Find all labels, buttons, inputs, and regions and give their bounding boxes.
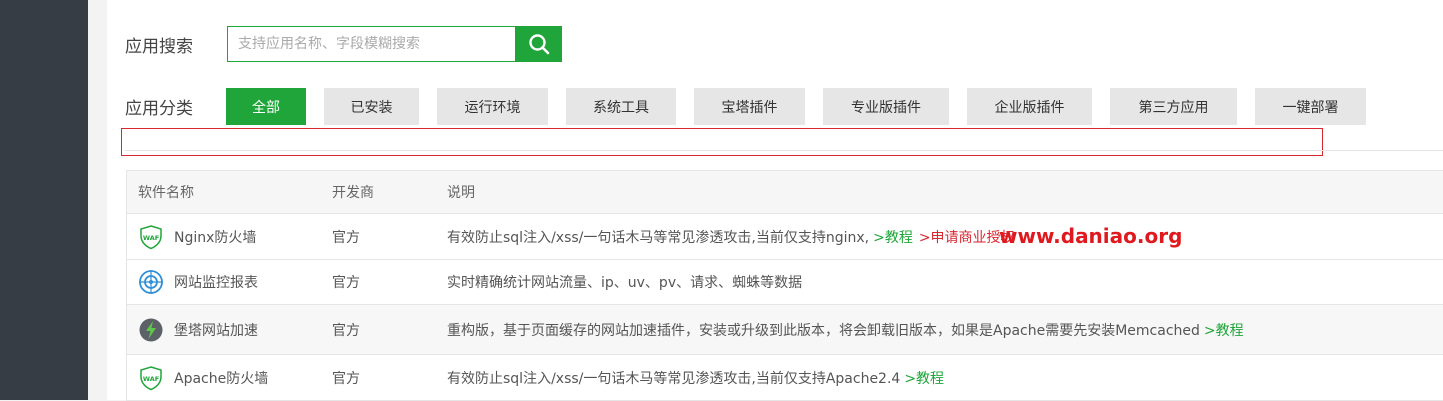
software-name[interactable]: 堡塔网站加速 xyxy=(174,320,258,340)
software-name[interactable]: 网站监控报表 xyxy=(174,272,258,292)
developer: 官方 xyxy=(332,370,360,387)
software-table: 软件名称 开发商 说明 WAF Nginx防火墙 官方 有效防止sql注入/xs… xyxy=(126,170,1443,401)
table-row[interactable]: WAF Apache防火墙 官方 有效防止sql注入/xss/一句话木马等常见渗… xyxy=(127,355,1443,401)
developer: 官方 xyxy=(332,275,360,291)
waf-shield-icon: WAF xyxy=(138,365,164,391)
waf-shield-icon: WAF xyxy=(138,224,164,250)
search-row: 应用搜索 xyxy=(125,25,562,63)
search-button[interactable] xyxy=(515,26,562,62)
category-all[interactable]: 全部 xyxy=(226,88,306,125)
software-name[interactable]: Apache防火墙 xyxy=(174,368,268,388)
software-name[interactable]: Nginx防火墙 xyxy=(174,227,256,247)
category-runtime[interactable]: 运行环境 xyxy=(437,88,548,125)
search-input[interactable] xyxy=(227,26,515,62)
table-row[interactable]: 网站监控报表 官方 实时精确统计网站流量、ip、uv、pv、请求、蜘蛛等数据 xyxy=(127,260,1443,305)
category-enterprise-plugins[interactable]: 企业版插件 xyxy=(967,88,1092,125)
sidebar xyxy=(0,0,88,400)
tutorial-link[interactable]: >教程 xyxy=(904,371,944,387)
highlight-box xyxy=(121,128,1323,156)
category-installed[interactable]: 已安装 xyxy=(324,88,419,125)
description: 有效防止sql注入/xss/一句话木马等常见渗透攻击,当前仅支持Apache2.… xyxy=(447,370,901,387)
category-row: 应用分类 全部 已安装 运行环境 系统工具 宝塔插件 专业版插件 企业版插件 第… xyxy=(125,88,1384,125)
search-label: 应用搜索 xyxy=(125,36,193,57)
category-system-tools[interactable]: 系统工具 xyxy=(566,88,676,125)
svg-text:WAF: WAF xyxy=(143,375,159,383)
col-header-name: 软件名称 xyxy=(138,185,194,201)
category-label: 应用分类 xyxy=(125,99,193,119)
table-header: 软件名称 开发商 说明 xyxy=(127,171,1443,214)
watermark-text: www.daniao.org xyxy=(999,224,1183,248)
category-bt-plugins[interactable]: 宝塔插件 xyxy=(694,88,805,125)
table-row[interactable]: WAF Nginx防火墙 官方 有效防止sql注入/xss/一句话木马等常见渗透… xyxy=(127,214,1443,260)
category-pro-plugins[interactable]: 专业版插件 xyxy=(823,88,949,125)
category-third-party[interactable]: 第三方应用 xyxy=(1110,88,1237,125)
description: 实时精确统计网站流量、ip、uv、pv、请求、蜘蛛等数据 xyxy=(447,275,803,291)
developer: 官方 xyxy=(332,322,360,339)
search-icon xyxy=(528,34,549,55)
tutorial-link[interactable]: >教程 xyxy=(873,230,913,246)
description: 重构版，基于页面缓存的网站加速插件，安装或升级到此版本，将会卸载旧版本，如果是A… xyxy=(447,322,1200,339)
lightning-icon xyxy=(138,317,164,343)
main-panel: 应用搜索 应用分类 全部 已安装 运行环境 系统工具 宝塔插件 专业版插件 企业… xyxy=(107,0,1443,401)
tutorial-link[interactable]: >教程 xyxy=(1204,323,1244,339)
description: 有效防止sql注入/xss/一句话木马等常见渗透攻击,当前仅支持nginx, xyxy=(447,229,870,246)
divider xyxy=(125,150,1443,151)
svg-text:WAF: WAF xyxy=(143,234,159,242)
category-one-click-deploy[interactable]: 一键部署 xyxy=(1255,88,1366,125)
col-header-description: 说明 xyxy=(447,185,475,201)
col-header-developer: 开发商 xyxy=(332,185,374,201)
developer: 官方 xyxy=(332,229,360,246)
monitor-target-icon xyxy=(138,269,164,295)
table-row[interactable]: 堡塔网站加速 官方 重构版，基于页面缓存的网站加速插件，安装或升级到此版本，将会… xyxy=(127,305,1443,355)
